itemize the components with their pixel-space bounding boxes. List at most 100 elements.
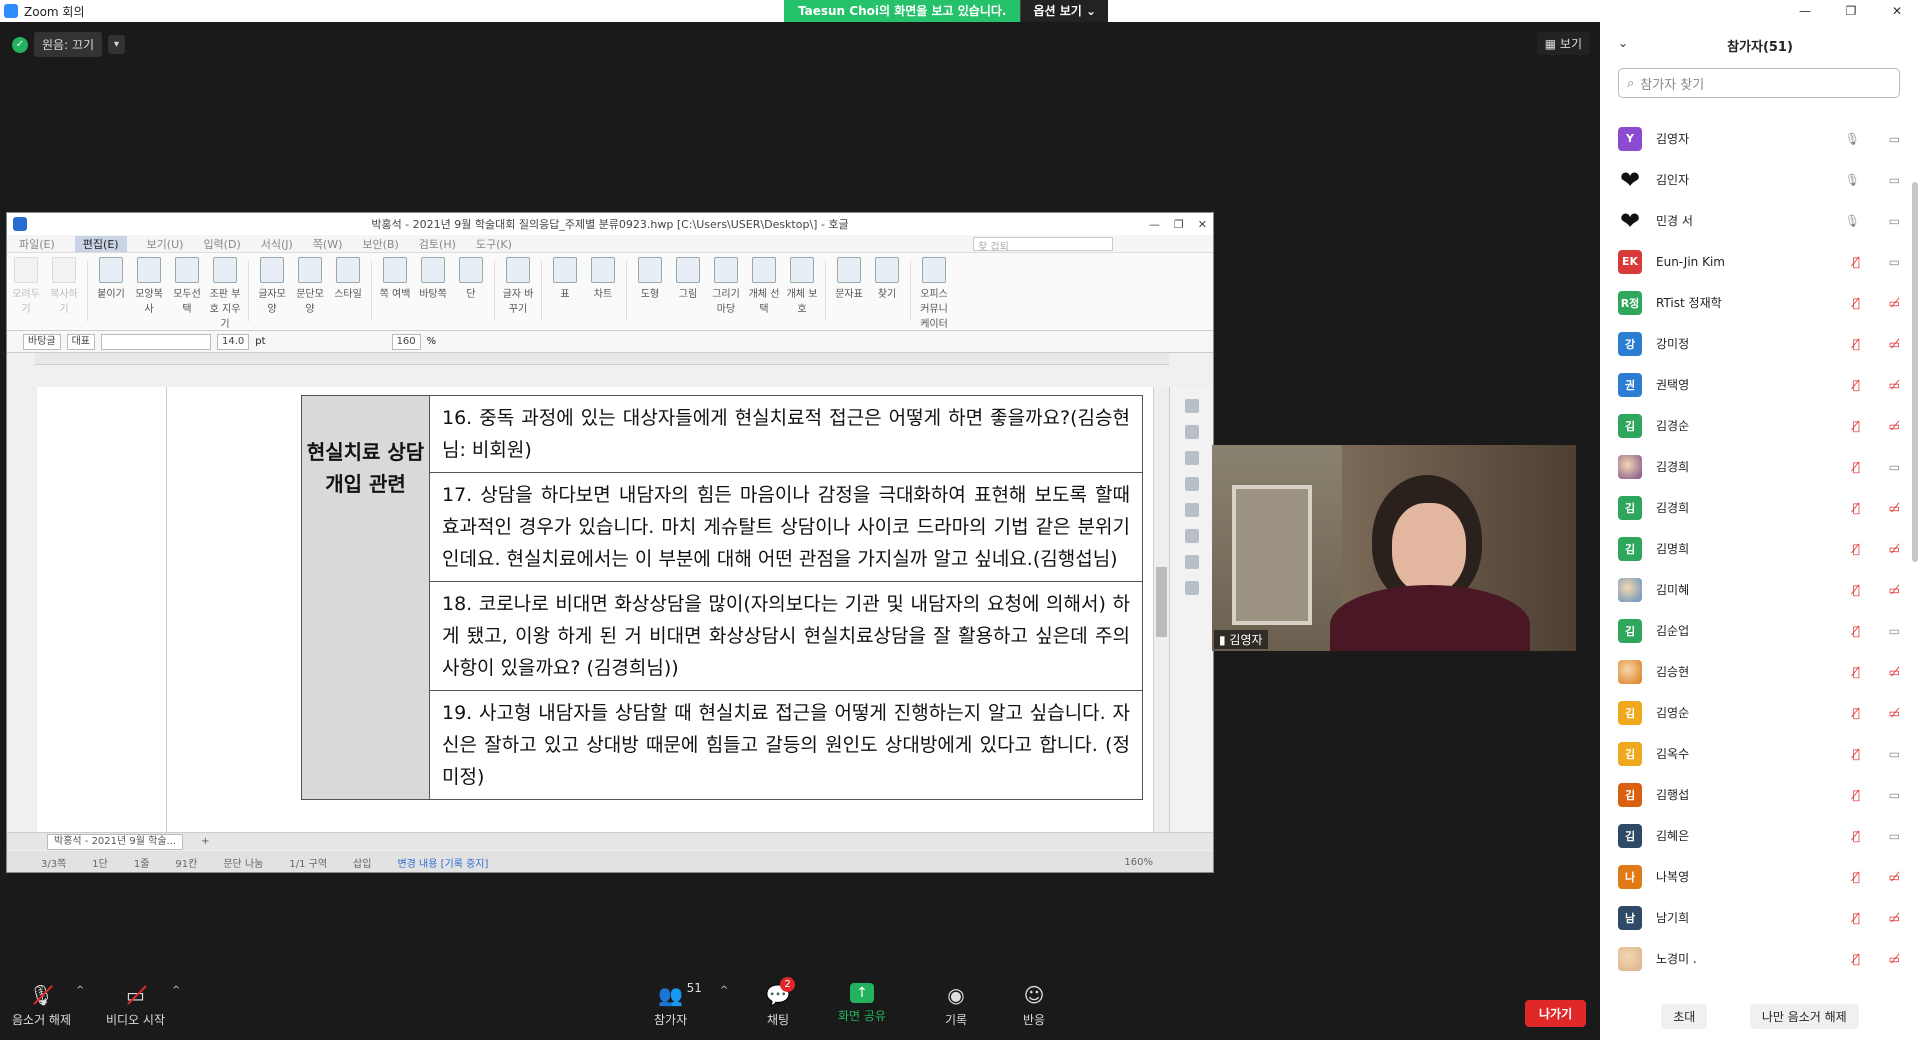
status-break: 문단 나눔 bbox=[223, 858, 264, 870]
panel-scrollbar[interactable] bbox=[1912, 182, 1918, 562]
status-track: 변경 내용 [기록 중지] bbox=[397, 858, 489, 870]
ribbon-button-label: 쪽 여백 bbox=[379, 289, 411, 300]
maximize-button[interactable]: ❐ bbox=[1828, 0, 1874, 22]
original-audio-control: ✓ 원음: 끄기 ▾ bbox=[12, 32, 126, 57]
question-cell: 18. 코로나로 비대면 화상상담을 많이(자의보다는 기관 및 내담자의 요청… bbox=[429, 581, 1143, 691]
microphone-muted-icon: 🎙̸ bbox=[1852, 746, 1860, 761]
participant-row[interactable]: 권 권택영 🎙̸ ▭̸ bbox=[1600, 364, 1910, 405]
record-button[interactable]: ◉ 기록 bbox=[942, 983, 970, 1028]
participant-name: 김행섭 bbox=[1656, 788, 1690, 802]
participant-row[interactable]: 김 김명희 🎙̸ ▭̸ bbox=[1600, 528, 1910, 569]
participant-name: 김경순 bbox=[1656, 419, 1690, 433]
shield-icon[interactable]: ✓ bbox=[12, 36, 28, 53]
microphone-muted-icon: 🎙̸ bbox=[1852, 705, 1860, 720]
side-tool-icon bbox=[1184, 503, 1199, 517]
ribbon-button: 복사하기 bbox=[47, 257, 81, 315]
ribbon-button: 도형 bbox=[633, 257, 667, 300]
microphone-muted-icon: 🎙̸ bbox=[1852, 623, 1860, 638]
video-name-label: ▮ 김영자 bbox=[1214, 630, 1268, 649]
participant-row[interactable]: 김미혜 🎙̸ ▭̸ bbox=[1600, 569, 1910, 610]
ribbon-button: 찾기 bbox=[870, 257, 904, 300]
search-icon: ⌕ bbox=[1627, 75, 1635, 91]
participant-name: 나복영 bbox=[1656, 870, 1690, 884]
ribbon-tool-icon bbox=[213, 257, 237, 283]
hwp-titlebar: 박홍석 - 2021년 9월 학술대회 질의응답_주제별 분류0923.hwp … bbox=[7, 213, 1213, 235]
participant-row[interactable]: 김 김영순 🎙̸ ▭̸ bbox=[1600, 692, 1910, 733]
participant-row[interactable]: 김 김행섭 🎙̸ ▭ bbox=[1600, 774, 1910, 815]
question-cell: 16. 중독 과정에 있는 대상자들에게 현실치료적 접근은 어떻게 하면 좋을… bbox=[429, 395, 1143, 473]
participant-row[interactable]: EK Eun-Jin Kim 🎙̸ ▭ bbox=[1600, 241, 1910, 282]
avatar bbox=[1618, 659, 1642, 684]
unmute-me-button[interactable]: 나만 음소거 해제 bbox=[1749, 1003, 1859, 1029]
ribbon-button: 오피스 커뮤니케이터 bbox=[917, 257, 951, 330]
participant-row[interactable]: Y 김영자 🎙 ▭ bbox=[1600, 118, 1910, 159]
participant-name: 김영자 bbox=[1656, 132, 1690, 146]
participant-row[interactable]: 김 김혜은 🎙̸ ▭ bbox=[1600, 815, 1910, 856]
invite-button[interactable]: 초대 bbox=[1661, 1003, 1708, 1029]
participant-name: 권택영 bbox=[1656, 378, 1690, 392]
reactions-button[interactable]: ☺ 반응 bbox=[1020, 983, 1048, 1028]
share-screen-button[interactable]: ↑ 화면 공유 bbox=[838, 983, 886, 1024]
participant-row[interactable]: 남 남기희 🎙̸ ▭̸ bbox=[1600, 897, 1910, 938]
unmute-button[interactable]: 🎙 음소거 해제 ^ bbox=[12, 983, 84, 1028]
chat-icon: 💬 2 bbox=[764, 977, 795, 1007]
participant-row[interactable]: 김 김경희 🎙̸ ▭̸ bbox=[1600, 487, 1910, 528]
chat-label: 채팅 bbox=[766, 1013, 790, 1027]
avatar: Y bbox=[1618, 126, 1642, 151]
ruler bbox=[35, 353, 1169, 365]
participants-button[interactable]: 👥 51 참가자 ^ bbox=[654, 981, 728, 1028]
close-button[interactable]: ✕ bbox=[1874, 0, 1920, 22]
camera-icon: ▭ bbox=[1888, 213, 1900, 228]
meeting-area: ✓ 원음: 끄기 ▾ ▦ 보기 박홍석 - 2021년 9월 학술대회 질의응답… bbox=[0, 22, 1600, 1040]
participant-row[interactable]: 강 강미정 🎙̸ ▭̸ bbox=[1600, 323, 1910, 364]
microphone-muted-icon: 🎙̸ bbox=[1852, 828, 1860, 843]
participant-row[interactable]: 김승현 🎙̸ ▭̸ bbox=[1600, 651, 1910, 692]
font-select bbox=[101, 333, 212, 350]
participant-row[interactable]: 나 나복영 🎙̸ ▭̸ bbox=[1600, 856, 1910, 897]
leave-button[interactable]: 나가기 bbox=[1525, 1000, 1587, 1027]
participant-row[interactable]: 김 김경순 🎙̸ ▭̸ bbox=[1600, 405, 1910, 446]
chevron-up-icon[interactable]: ^ bbox=[172, 985, 180, 996]
ribbon-button: 조판 부호 지우기 bbox=[208, 257, 242, 330]
participant-row[interactable]: 김 김순업 🎙̸ ▭ bbox=[1600, 610, 1910, 651]
participant-name: 김승현 bbox=[1656, 665, 1690, 679]
ribbon-tool-icon bbox=[506, 257, 530, 283]
menu-item: 서식(J) bbox=[260, 237, 293, 251]
qa-table: 현실치료 상담 개입 관련 16. 중독 과정에 있는 대상자들에게 현실치료적… bbox=[301, 395, 1143, 800]
hwp-close-icon: ✕ bbox=[1197, 217, 1207, 231]
ribbon-tool-icon bbox=[875, 257, 899, 283]
participant-name: 김혜은 bbox=[1656, 829, 1690, 843]
page-margin bbox=[37, 387, 167, 832]
panel-header: ⌄ 참가자(51) bbox=[1600, 22, 1920, 68]
ribbon-tool-icon bbox=[383, 257, 407, 283]
participant-row[interactable]: 김경희 🎙̸ ▭ bbox=[1600, 446, 1910, 487]
avatar: R정 bbox=[1618, 290, 1642, 315]
chevron-up-icon[interactable]: ^ bbox=[76, 985, 84, 996]
participant-row[interactable]: 노경미 . 🎙̸ ▭̸ bbox=[1600, 938, 1910, 979]
search-placeholder: 참가자 찾기 bbox=[1640, 77, 1705, 93]
start-video-button[interactable]: ▭ 비디오 시작 ^ bbox=[106, 983, 180, 1028]
zoom-unit: % bbox=[426, 336, 437, 347]
ribbon-separator bbox=[825, 261, 826, 321]
ribbon-button-label: 붙이기 bbox=[97, 289, 125, 300]
participant-row[interactable]: 김 김옥수 🎙̸ ▭ bbox=[1600, 733, 1910, 774]
participant-video-tile[interactable]: ▮ 김영자 bbox=[1212, 445, 1576, 651]
original-audio-button[interactable]: 원음: 끄기 bbox=[34, 32, 103, 57]
side-tool-icon bbox=[1184, 399, 1199, 413]
view-button[interactable]: ▦ 보기 bbox=[1536, 32, 1590, 55]
chevron-down-icon[interactable]: ▾ bbox=[108, 35, 126, 54]
participant-row[interactable]: ❤ 김인자 🎙 ▭ bbox=[1600, 159, 1910, 200]
avatar: 권 bbox=[1618, 372, 1642, 397]
participant-row[interactable]: ❤ 민경 서 🎙 ▭ bbox=[1600, 200, 1910, 241]
participant-search-input[interactable]: ⌕ 참가자 찾기 bbox=[1618, 68, 1900, 98]
participant-row[interactable]: R정 RTist 정재학 🎙̸ ▭̸ bbox=[1600, 282, 1910, 323]
camera-icon: ▭ bbox=[1888, 746, 1900, 761]
minimize-button[interactable]: — bbox=[1782, 0, 1828, 22]
size-unit: pt bbox=[255, 336, 266, 347]
chat-button[interactable]: 💬 2 채팅 bbox=[764, 977, 795, 1028]
camera-icon: ▭ bbox=[1888, 131, 1900, 146]
view-options-button[interactable]: 옵션 보기 ⌄ bbox=[1020, 0, 1109, 22]
chevron-down-icon[interactable]: ⌄ bbox=[1618, 36, 1628, 50]
chevron-up-icon[interactable]: ^ bbox=[720, 985, 728, 996]
question-cell: 17. 상담을 하다보면 내담자의 힘든 마음이나 감정을 극대화하여 표현해 … bbox=[429, 472, 1143, 582]
